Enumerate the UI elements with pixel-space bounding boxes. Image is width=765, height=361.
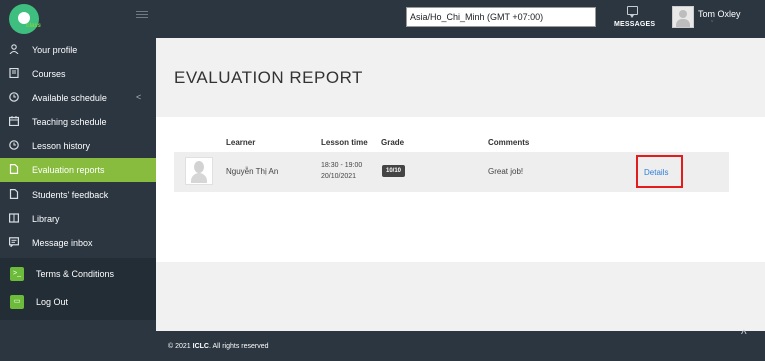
copyright-suffix: . All rights reserved xyxy=(208,343,269,350)
message-icon xyxy=(627,6,638,18)
sidebar-item-courses[interactable]: Courses xyxy=(0,62,156,86)
lesson-time: 18:30 - 19:00 xyxy=(321,162,363,169)
sidebar-item-label: Courses xyxy=(32,69,66,79)
lesson-date: 20/10/2021 xyxy=(321,173,357,180)
logo[interactable] xyxy=(9,4,39,34)
inbox-icon xyxy=(9,237,20,248)
footer: © 2021 ICLC. All rights reserved ^ xyxy=(156,327,765,361)
learner-avatar xyxy=(185,157,213,185)
sidebar-item-teaching-schedule[interactable]: Teaching schedule xyxy=(0,110,156,134)
scroll-top-icon[interactable]: ^ xyxy=(741,327,747,341)
clock-icon xyxy=(9,140,19,150)
learner-name: Nguyễn Thị An xyxy=(226,167,279,176)
user-name[interactable]: Tom Oxley xyxy=(698,9,741,19)
menu-icon[interactable] xyxy=(136,11,148,21)
column-header-comments: Comments xyxy=(488,138,530,147)
sidebar-item-label: Lesson history xyxy=(32,141,91,151)
sidebar-item-lesson-history[interactable]: Lesson history xyxy=(0,134,156,158)
column-header-grade: Grade xyxy=(381,138,405,147)
top-bar: class Asia/Ho_Chi_Minh (GMT +07:00) MESS… xyxy=(0,0,765,38)
brand-name: ICLC xyxy=(192,343,209,350)
terminal-icon: >_ xyxy=(10,267,24,281)
calendar-icon xyxy=(9,116,20,127)
sidebar-item-label: Log Out xyxy=(36,297,69,307)
file-icon xyxy=(9,189,19,199)
logo-text: class xyxy=(26,23,42,29)
sidebar-item-available-schedule[interactable]: Available schedule < xyxy=(0,86,156,110)
user-icon xyxy=(9,44,19,55)
timezone-select[interactable]: Asia/Ho_Chi_Minh (GMT +07:00) xyxy=(406,7,596,27)
sidebar-item-label: Teaching schedule xyxy=(32,117,107,127)
logo-area: class xyxy=(0,0,156,38)
main-content: EVALUATION REPORT Learner Lesson time Gr… xyxy=(156,38,765,331)
sidebar-item-your-profile[interactable]: Your profile xyxy=(0,38,156,62)
grade-badge: 10/10 xyxy=(382,165,406,177)
sidebar-item-evaluation-reports[interactable]: Evaluation reports xyxy=(0,158,156,182)
messages-label: MESSAGES xyxy=(614,21,656,28)
comment-text: Great job! xyxy=(488,167,524,176)
library-icon xyxy=(9,213,20,223)
sidebar-item-message-inbox[interactable]: Message inbox xyxy=(0,231,156,255)
table-row: Nguyễn Thị An 18:30 - 19:00 20/10/2021 1… xyxy=(174,152,729,192)
column-header-lesson-time: Lesson time xyxy=(321,138,368,147)
folder-icon: ▭ xyxy=(10,295,24,309)
copyright-prefix: © 2021 xyxy=(168,343,193,350)
sidebar-bottom-section: >_ Terms & Conditions ▭ Log Out xyxy=(0,258,156,320)
sidebar-item-label: Evaluation reports xyxy=(32,165,105,175)
clock-icon xyxy=(9,92,19,102)
sidebar-item-label: Available schedule xyxy=(32,93,107,103)
book-icon xyxy=(9,67,19,79)
sidebar-item-label: Your profile xyxy=(32,45,78,55)
sidebar-item-label: Terms & Conditions xyxy=(36,269,115,279)
sidebar-item-terms[interactable]: >_ Terms & Conditions xyxy=(0,260,156,288)
sidebar: Your profile Courses Available schedule … xyxy=(0,38,156,361)
report-table: Learner Lesson time Grade Comments Nguyễ… xyxy=(156,117,765,262)
sidebar-item-students-feedback[interactable]: Students' feedback xyxy=(0,183,156,207)
page-title: EVALUATION REPORT xyxy=(174,68,363,87)
sidebar-item-label: Message inbox xyxy=(32,238,93,248)
user-avatar[interactable] xyxy=(672,6,694,28)
file-icon xyxy=(9,164,19,174)
sidebar-item-library[interactable]: Library xyxy=(0,207,156,231)
sidebar-item-label: Students' feedback xyxy=(32,190,109,200)
copyright-text: © 2021 ICLC. All rights reserved xyxy=(168,343,269,350)
chevron-left-icon[interactable]: < xyxy=(136,92,141,102)
details-link[interactable]: Details xyxy=(644,168,668,177)
sidebar-item-logout[interactable]: ▭ Log Out xyxy=(0,288,156,316)
column-header-learner: Learner xyxy=(226,138,256,147)
messages-button[interactable]: MESSAGES xyxy=(610,4,660,34)
chevron-down-icon[interactable]: ˇ xyxy=(711,21,713,28)
sidebar-item-label: Library xyxy=(32,214,60,224)
